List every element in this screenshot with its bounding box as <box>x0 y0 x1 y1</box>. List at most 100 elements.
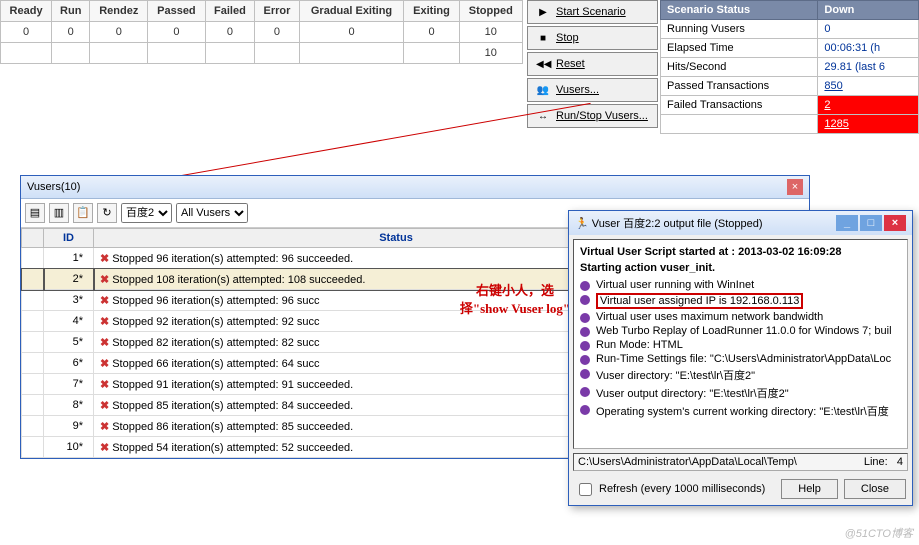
grid-header: Ready <box>1 1 52 22</box>
annotation-text: 右键小人，选择"show Vuser log" <box>455 282 575 318</box>
maximize-icon[interactable]: □ <box>860 215 882 231</box>
vuser-id: 8* <box>44 395 94 416</box>
script-filter-select[interactable]: 百度2 <box>121 203 172 223</box>
grid-cell <box>404 43 459 64</box>
reset-button[interactable]: ◀◀Reset <box>527 52 658 76</box>
close-icon[interactable]: × <box>884 215 906 231</box>
stopped-icon: ✖ <box>100 379 109 391</box>
play-icon: ▶ <box>536 7 550 18</box>
status-value[interactable]: 29.81 (last 6 <box>818 58 919 77</box>
toolbar-icon[interactable]: ▥ <box>49 203 69 223</box>
grid-cell: 10 <box>459 22 522 43</box>
start-scenario-button[interactable]: ▶Start Scenario <box>527 0 658 24</box>
grid-cell: 0 <box>148 22 205 43</box>
grid-header: Failed <box>205 1 255 22</box>
log-statusbar: C:\Users\Administrator\AppData\Local\Tem… <box>573 453 908 471</box>
status-col2: Down <box>818 1 919 20</box>
grid-cell: 0 <box>205 22 255 43</box>
watermark: @51CTO博客 <box>845 525 913 541</box>
vusers-icon: 👥 <box>536 85 550 96</box>
log-line: Virtual user assigned IP is 192.168.0.11… <box>580 292 901 310</box>
bullet-icon <box>580 387 590 397</box>
vuser-id: 2* <box>44 269 94 290</box>
stopped-icon: ✖ <box>100 337 109 349</box>
vusers-button[interactable]: 👥Vusers... <box>527 78 658 102</box>
stopped-icon: ✖ <box>100 253 109 265</box>
status-value[interactable]: 00:06:31 (h <box>818 39 919 58</box>
vuser-id: 4* <box>44 311 94 332</box>
log-line: Vuser output directory: "E:\test\lr\百度2" <box>580 384 901 402</box>
grid-header: Passed <box>148 1 205 22</box>
rewind-icon: ◀◀ <box>536 59 550 70</box>
status-value[interactable]: 0 <box>818 20 919 39</box>
bullet-icon <box>580 341 590 351</box>
runtime-grid: ReadyRunRendezPassedFailedErrorGradual E… <box>0 0 523 64</box>
status-key: Elapsed Time <box>661 39 818 58</box>
grid-cell: 0 <box>52 22 90 43</box>
close-button[interactable]: Close <box>844 479 906 499</box>
help-button[interactable]: Help <box>781 479 838 499</box>
bullet-icon <box>580 295 590 305</box>
runstop-vusers-button[interactable]: ↔Run/Stop Vusers... <box>527 104 658 128</box>
status-key <box>661 115 818 134</box>
grid-cell <box>299 43 404 64</box>
log-line: Run Mode: HTML <box>580 338 901 352</box>
stopped-icon: ✖ <box>100 400 109 412</box>
vuser-filter-select[interactable]: All Vusers <box>176 203 248 223</box>
refresh-checkbox[interactable]: Refresh (every 1000 milliseconds) <box>575 480 765 499</box>
bullet-icon <box>580 281 590 291</box>
status-value[interactable]: 1285 <box>818 115 919 134</box>
stopped-icon: ✖ <box>100 421 109 433</box>
grid-cell: 0 <box>404 22 459 43</box>
col-id[interactable]: ID <box>44 229 94 248</box>
log-line: Virtual user running with WinInet <box>580 278 901 292</box>
vuser-id: 5* <box>44 332 94 353</box>
vuser-id: 9* <box>44 416 94 437</box>
stopped-icon: ✖ <box>100 358 109 370</box>
vuser-id: 6* <box>44 353 94 374</box>
stopped-icon: ✖ <box>100 442 109 454</box>
stopped-icon: ✖ <box>100 295 109 307</box>
status-value[interactable]: 850 <box>818 77 919 96</box>
grid-header: Stopped <box>459 1 522 22</box>
log-line: Web Turbo Replay of LoadRunner 11.0.0 fo… <box>580 324 901 338</box>
stopped-icon: ✖ <box>100 316 109 328</box>
grid-header: Error <box>255 1 299 22</box>
log-body[interactable]: Virtual User Script started at : 2013-03… <box>573 239 908 449</box>
log-title: Vuser 百度2:2 output file (Stopped) <box>592 218 763 230</box>
grid-cell: 0 <box>255 22 299 43</box>
grid-cell: 0 <box>90 22 148 43</box>
stop-icon: ■ <box>536 33 550 44</box>
grid-cell <box>90 43 148 64</box>
vuser-id: 3* <box>44 290 94 311</box>
scenario-status-panel: Scenario StatusDown Running Vusers0Elaps… <box>660 0 919 134</box>
toolbar-icon[interactable]: ▤ <box>25 203 45 223</box>
status-value[interactable]: 2 <box>818 96 919 115</box>
status-key: Passed Transactions <box>661 77 818 96</box>
close-icon[interactable]: × <box>787 179 803 195</box>
bullet-icon <box>580 327 590 337</box>
toolbar-icon[interactable]: 📋 <box>73 203 93 223</box>
bullet-icon <box>580 405 590 415</box>
bullet-icon <box>580 313 590 323</box>
runner-icon: 🏃 <box>575 218 589 230</box>
log-header-line: Starting action vuser_init. <box>580 262 901 274</box>
status-key: Failed Transactions <box>661 96 818 115</box>
grid-header: Rendez <box>90 1 148 22</box>
log-line: Vuser directory: "E:\test\lr\百度2" <box>580 366 901 384</box>
log-line: Virtual user uses maximum network bandwi… <box>580 310 901 324</box>
log-line: Run-Time Settings file: "C:\Users\Admini… <box>580 352 901 366</box>
grid-cell <box>1 43 52 64</box>
dialog-title: Vusers(10) <box>27 181 80 193</box>
grid-cell <box>255 43 299 64</box>
stop-button[interactable]: ■Stop <box>527 26 658 50</box>
status-title: Scenario Status <box>661 1 818 20</box>
vuser-output-window: 🏃 Vuser 百度2:2 output file (Stopped) _ □ … <box>568 210 913 506</box>
grid-header: Exiting <box>404 1 459 22</box>
refresh-icon[interactable]: ↻ <box>97 203 117 223</box>
grid-header: Run <box>52 1 90 22</box>
status-key: Hits/Second <box>661 58 818 77</box>
minimize-icon[interactable]: _ <box>836 215 858 231</box>
status-path: C:\Users\Administrator\AppData\Local\Tem… <box>578 456 797 468</box>
log-header-line: Virtual User Script started at : 2013-03… <box>580 246 901 258</box>
